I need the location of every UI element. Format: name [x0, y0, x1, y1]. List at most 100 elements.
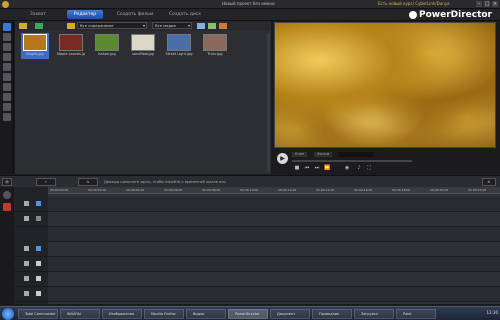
track-title[interactable] — [48, 257, 500, 272]
media-item[interactable]: Train.jpg — [201, 33, 229, 59]
lock-icon[interactable] — [24, 246, 29, 251]
trim-button[interactable]: ⇆ — [78, 178, 98, 186]
title-room-icon[interactable] — [3, 63, 11, 71]
media-library: Все содержимое ▾ Все медиа ▾ Bright.jpg Ma… — [15, 21, 271, 174]
update-link[interactable]: Есть новый курс/ CyberLink/Dunya — [378, 1, 450, 6]
thumbnail — [203, 34, 227, 51]
transition-room-icon[interactable] — [3, 73, 11, 81]
taskbar-item[interactable]: Загрузки — [354, 309, 394, 319]
timeline-mode-icon[interactable]: ▤ — [2, 178, 12, 186]
lock-icon[interactable] — [24, 291, 29, 296]
tab-clip[interactable]: Клип — [292, 152, 308, 157]
audio-filter-icon[interactable] — [219, 23, 227, 29]
track-voice[interactable] — [48, 272, 500, 287]
effect-room-icon[interactable] — [3, 33, 11, 41]
import-folder-icon[interactable] — [19, 23, 27, 29]
track-video-1[interactable] — [48, 197, 500, 212]
magic-tools-icon[interactable] — [3, 203, 11, 211]
media-filter-dropdown[interactable]: Все медиа ▾ — [152, 22, 192, 29]
split-button[interactable]: ✂ — [36, 178, 56, 186]
taskbar-item[interactable]: Изображения — [102, 309, 142, 319]
preview-scrubber[interactable] — [292, 160, 412, 162]
timeline-toolbar: ▤ ✂ ⇆ Дважды щелкните здесь, чтобы перей… — [0, 175, 500, 187]
prev-frame-icon[interactable]: ⏮ — [304, 165, 310, 171]
taskbar-item[interactable]: ФАЙЛЫ — [60, 309, 100, 319]
tick-label: 00;00;10;00 — [240, 188, 259, 192]
voice-over-icon[interactable] — [3, 93, 11, 101]
mode-produce[interactable]: Создать фильм — [112, 10, 158, 19]
folder-icon[interactable] — [67, 23, 75, 29]
track-effect[interactable] — [48, 212, 500, 227]
minimize-icon[interactable]: – — [476, 1, 482, 7]
clock: 12:30 — [486, 310, 498, 315]
track-music[interactable] — [48, 287, 500, 302]
media-item[interactable]: sandflow.jpg — [129, 33, 157, 59]
lock-icon[interactable] — [24, 201, 29, 206]
title-bar: Новый проект без имени Есть новый курс/ … — [0, 0, 500, 9]
title-track-icon — [36, 261, 41, 266]
image-filter-icon[interactable] — [208, 23, 216, 29]
mode-bar: Захват Редактор Создать фильм Создать ди… — [0, 9, 500, 21]
fullscreen-icon[interactable]: ⛶ — [366, 165, 372, 171]
brand-logo-icon — [409, 11, 417, 19]
lock-icon[interactable] — [24, 261, 29, 266]
taskbar-item[interactable]: Проводник — [312, 309, 352, 319]
next-frame-icon[interactable]: ⏭ — [314, 165, 320, 171]
timeline-sidebar — [0, 187, 14, 304]
mode-create-disc[interactable]: Создать диск — [162, 10, 208, 19]
library-scrollbar[interactable] — [267, 33, 270, 171]
media-item[interactable]: Bright.jpg — [21, 33, 49, 59]
tick-label: 00;00;04;00 — [126, 188, 145, 192]
start-button[interactable] — [2, 308, 14, 320]
mode-edit[interactable]: Редактор — [67, 10, 103, 19]
audio-mixing-icon[interactable] — [3, 83, 11, 91]
media-room-icon[interactable] — [3, 23, 11, 31]
brand-label: PowerDirector — [419, 10, 492, 20]
pip-room-icon[interactable] — [3, 43, 11, 51]
play-icon[interactable]: ▶ — [277, 153, 288, 164]
taskbar-item[interactable]: Total Commander — [18, 309, 58, 319]
lock-icon[interactable] — [24, 276, 29, 281]
download-icon[interactable] — [35, 23, 43, 29]
media-item[interactable]: Kahan.jpg — [93, 33, 121, 59]
taskbar-item[interactable]: Документ — [270, 309, 310, 319]
effect-track-icon — [36, 216, 41, 221]
taskbar-item[interactable]: Видео — [186, 309, 226, 319]
fast-forward-icon[interactable]: ⏩ — [324, 165, 330, 171]
particle-room-icon[interactable] — [3, 53, 11, 61]
taskbar-item[interactable]: PowerDirector — [228, 309, 268, 319]
media-caption: Bright.jpg — [26, 52, 44, 56]
tick-label: 00;00;12;00 — [278, 188, 297, 192]
thumbnail — [23, 34, 47, 51]
content-filter-dropdown[interactable]: Все содержимое ▾ — [77, 22, 147, 29]
tab-movie[interactable]: Фильм — [314, 152, 333, 157]
lock-icon[interactable] — [24, 216, 29, 221]
library-toggle-icon[interactable] — [3, 191, 11, 199]
chapter-room-icon[interactable] — [3, 103, 11, 111]
content-filter-value: Все содержимое — [80, 23, 114, 28]
video-filter-icon[interactable] — [197, 23, 205, 29]
mode-capture[interactable]: Захват — [20, 10, 56, 19]
volume-icon[interactable]: ♪ — [356, 165, 362, 171]
taskbar-item[interactable]: Paint — [396, 309, 436, 319]
tick-label: 00;00;16;00 — [354, 188, 373, 192]
snapshot-icon[interactable]: ◉ — [344, 165, 350, 171]
time-ruler[interactable]: 00;00;00;00 00;00;02;00 00;00;04;00 00;0… — [48, 187, 500, 194]
video-track-icon — [36, 201, 41, 206]
zoom-button[interactable]: ⊕ — [482, 178, 496, 186]
preview-panel: ▶ Клип Фильм ■ ⏮ ⏭ ⏩ ◉ ♪ ⛶ — [273, 21, 500, 174]
maximize-icon[interactable]: □ — [484, 1, 490, 7]
tick-label: 00;00;14;00 — [316, 188, 335, 192]
media-item[interactable]: Maple Leaves.jpg — [57, 33, 85, 59]
timeline[interactable]: 00;00;00;00 00;00;02;00 00;00;04;00 00;0… — [48, 187, 500, 304]
subtitle-room-icon[interactable] — [3, 113, 11, 121]
track-spacer — [48, 227, 500, 242]
stop-icon[interactable]: ■ — [294, 165, 300, 171]
close-icon[interactable]: × — [492, 1, 498, 7]
chevron-down-icon: ▾ — [187, 23, 190, 28]
track-video-2[interactable] — [48, 242, 500, 257]
taskbar-item[interactable]: Mozilla Firefox — [144, 309, 184, 319]
room-sidebar — [0, 21, 14, 174]
tick-label: 00;00;00;00 — [50, 188, 69, 192]
media-item[interactable]: Street Light.jpg — [165, 33, 193, 59]
